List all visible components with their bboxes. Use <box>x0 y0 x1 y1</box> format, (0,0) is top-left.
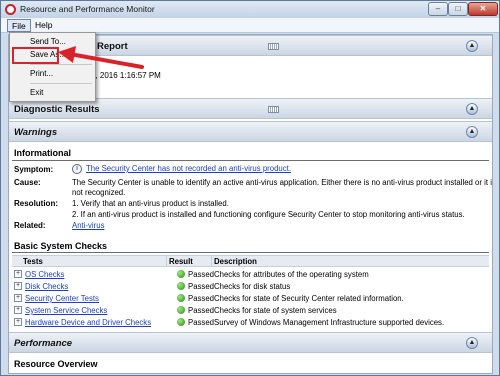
menu-bar: File Help <box>1 18 499 33</box>
app-window: Resource and Performance Monitor – □ ✕ F… <box>0 0 500 376</box>
symptom-label: Symptom: <box>14 165 54 174</box>
cause-label: Cause: <box>14 178 41 187</box>
column-result[interactable]: Result <box>169 257 193 266</box>
resource-overview-title: Resource Overview <box>14 359 98 369</box>
app-icon <box>5 4 16 15</box>
close-button[interactable]: ✕ <box>468 2 498 16</box>
divider <box>12 160 489 161</box>
performance-header[interactable]: Performance ▲ <box>9 332 492 353</box>
test-result: Passed <box>188 270 215 279</box>
table-row: + Security Center Tests Passed Checks fo… <box>12 292 489 304</box>
resolution-label: Resolution: <box>14 199 58 208</box>
related-label: Related: <box>14 221 46 230</box>
cause-text-line2: not recognized. <box>72 188 126 197</box>
test-result: Passed <box>188 318 215 327</box>
green-check-icon <box>177 270 185 278</box>
table-row: + Disk Checks Passed Checks for disk sta… <box>12 280 489 292</box>
plus-expander-icon[interactable]: + <box>14 306 22 314</box>
table-row: + System Service Checks Passed Checks fo… <box>12 304 489 316</box>
column-divider <box>211 256 212 266</box>
minimize-button[interactable]: – <box>428 2 448 16</box>
test-name[interactable]: System Service Checks <box>25 306 107 315</box>
test-description: Checks for state of Security Center rela… <box>214 294 404 303</box>
green-check-icon <box>177 282 185 290</box>
column-divider <box>166 256 167 266</box>
title-bar[interactable]: Resource and Performance Monitor – □ ✕ <box>1 1 499 18</box>
save-as-highlight <box>12 47 59 64</box>
test-result: Passed <box>188 294 215 303</box>
column-tests[interactable]: Tests <box>23 257 43 266</box>
informational-title: Informational <box>14 148 72 158</box>
test-result: Passed <box>188 306 215 315</box>
menu-separator <box>30 83 92 84</box>
test-description: Survey of Windows Management Infrastruct… <box>214 318 445 327</box>
table-row: + OS Checks Passed Checks for attributes… <box>12 268 489 280</box>
table-row: + Hardware Device and Driver Checks Pass… <box>12 316 489 328</box>
plus-expander-icon[interactable]: + <box>14 318 22 326</box>
test-description: Checks for disk status <box>214 282 291 291</box>
collapse-icon[interactable]: ▲ <box>466 337 478 349</box>
collapse-icon[interactable]: ▲ <box>466 103 478 115</box>
performance-title: Performance <box>14 338 73 349</box>
info-icon: i <box>72 164 82 174</box>
menu-item-exit[interactable]: Exit <box>10 87 95 99</box>
resolution-step-2: 2. If an anti-virus product is installed… <box>72 210 465 219</box>
resolution-step-1: 1. Verify that an anti-virus product is … <box>72 199 229 208</box>
symptom-text: i The Security Center has not recorded an… <box>72 164 291 174</box>
diagnostic-results-title: Diagnostic Results <box>14 104 100 115</box>
maximize-button[interactable]: □ <box>448 2 468 16</box>
symptom-link[interactable]: The Security Center has not recorded an … <box>86 164 291 173</box>
test-description: Checks for attributes of the operating s… <box>214 270 369 279</box>
divider <box>12 252 489 253</box>
green-check-icon <box>177 294 185 302</box>
test-result: Passed <box>188 282 215 291</box>
menu-file[interactable]: File <box>7 19 31 32</box>
grip-icon <box>268 43 279 50</box>
test-name[interactable]: Hardware Device and Driver Checks <box>25 318 151 327</box>
column-description[interactable]: Description <box>214 257 257 266</box>
green-check-icon <box>177 318 185 326</box>
plus-expander-icon[interactable]: + <box>14 294 22 302</box>
test-description: Checks for state of system services <box>214 306 337 315</box>
grip-icon <box>268 106 279 113</box>
window-title: Resource and Performance Monitor <box>20 4 155 14</box>
related-link[interactable]: Anti-virus <box>72 221 105 230</box>
cause-text-line1: The Security Center is unable to identif… <box>72 178 493 187</box>
warnings-title: Warnings <box>14 127 58 138</box>
checks-table-header: Tests Result Description <box>12 255 489 267</box>
basic-checks-title: Basic System Checks <box>14 241 108 251</box>
test-name[interactable]: Security Center Tests <box>25 294 99 303</box>
red-arrow-icon <box>58 46 144 69</box>
collapse-icon[interactable]: ▲ <box>466 40 478 52</box>
plus-expander-icon[interactable]: + <box>14 282 22 290</box>
warnings-header[interactable]: Warnings ▲ <box>9 121 492 142</box>
test-name[interactable]: Disk Checks <box>25 282 68 291</box>
plus-expander-icon[interactable]: + <box>14 270 22 278</box>
menu-help[interactable]: Help <box>31 19 56 32</box>
green-check-icon <box>177 306 185 314</box>
collapse-icon[interactable]: ▲ <box>466 126 478 138</box>
test-name[interactable]: OS Checks <box>25 270 64 279</box>
